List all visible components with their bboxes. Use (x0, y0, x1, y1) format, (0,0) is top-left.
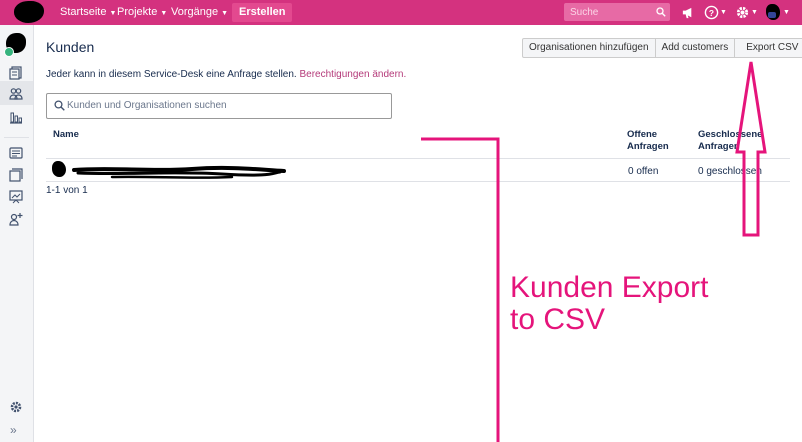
chevron-down-icon[interactable]: ▼ (751, 0, 758, 25)
table-row-divider (46, 181, 790, 182)
customers-icon[interactable] (9, 87, 23, 101)
search-icon[interactable] (656, 7, 666, 17)
create-button[interactable]: Erstellen (232, 3, 293, 22)
column-header-closed-requests[interactable]: Geschlossene Anfragen (698, 129, 778, 153)
add-customers-button[interactable]: Add customers (654, 38, 736, 58)
settings-icon[interactable] (9, 400, 23, 414)
sidebar-divider (4, 137, 29, 138)
project-sidebar: » (0, 25, 34, 442)
channels-icon[interactable] (9, 168, 23, 182)
global-search[interactable] (564, 3, 670, 21)
action-buttons: Organisationen hinzufügen Add customers … (522, 38, 802, 58)
open-requests-count: 0 offen (628, 166, 659, 177)
nav-vorgaenge-label: Vorgänge (171, 6, 219, 18)
top-navigation-bar: Startseite ▼ Projekte ▼ Vorgänge ▼ Erstelle… (0, 0, 802, 25)
nav-vorgaenge[interactable]: Vorgänge ▼ (171, 0, 228, 25)
megaphone-icon[interactable] (681, 5, 696, 20)
user-avatar[interactable] (766, 4, 780, 20)
reports-icon[interactable] (9, 110, 23, 124)
search-icon (54, 100, 65, 111)
chevron-down-icon: ▼ (160, 10, 168, 17)
export-csv-button[interactable]: Export CSV (734, 38, 802, 58)
gear-icon[interactable] (735, 5, 750, 20)
svg-text:?: ? (709, 8, 714, 18)
chevron-down-icon[interactable]: ▼ (720, 0, 727, 25)
project-avatar[interactable] (4, 33, 26, 57)
permissions-info: Jeder kann in diesem Service-Desk eine A… (46, 69, 406, 80)
app-logo[interactable] (14, 1, 44, 23)
avatar-badge (768, 12, 776, 18)
raise-request-icon[interactable] (9, 190, 23, 204)
help-icon[interactable]: ? (704, 5, 719, 20)
chevron-down-icon: ▼ (109, 10, 117, 17)
chevron-down-icon[interactable]: ▼ (783, 0, 790, 25)
annotation-line-1: Kunden Export (510, 271, 709, 304)
change-permissions-link[interactable]: Berechtigungen ändern. (299, 69, 406, 80)
closed-requests-count: 0 geschlossen (698, 166, 762, 177)
nav-projekte-label: Projekte (117, 6, 158, 18)
chevron-down-icon: ▼ (221, 10, 229, 17)
expand-icon[interactable]: » (10, 423, 17, 437)
invite-team-icon[interactable] (9, 212, 23, 226)
status-badge (4, 47, 14, 57)
nav-startseite[interactable]: Startseite ▼ (60, 0, 116, 25)
nav-projekte[interactable]: Projekte ▼ (117, 0, 167, 25)
page-title: Kunden (46, 39, 95, 55)
table-header-divider (46, 158, 790, 159)
queues-icon[interactable] (9, 66, 23, 80)
annotation-label: Kunden Export to CSV (510, 272, 708, 336)
nav-startseite-label: Startseite (60, 6, 107, 18)
global-search-input[interactable] (564, 3, 658, 21)
permissions-info-text: Jeder kann in diesem Service-Desk eine A… (46, 69, 297, 80)
customer-search[interactable] (46, 93, 392, 119)
knowledge-base-icon[interactable] (9, 146, 23, 160)
redacted-customer-name (72, 165, 286, 179)
add-organizations-button[interactable]: Organisationen hinzufügen (522, 38, 656, 58)
customer-avatar (52, 161, 66, 177)
column-header-open-requests[interactable]: Offene Anfragen (627, 129, 687, 153)
customer-search-input[interactable] (67, 95, 382, 115)
annotation-overlay (421, 61, 767, 442)
annotation-bracket-line (421, 137, 500, 442)
column-header-name[interactable]: Name (53, 129, 79, 141)
annotation-line-2: to CSV (510, 303, 606, 336)
pagination-summary: 1-1 von 1 (46, 185, 88, 196)
